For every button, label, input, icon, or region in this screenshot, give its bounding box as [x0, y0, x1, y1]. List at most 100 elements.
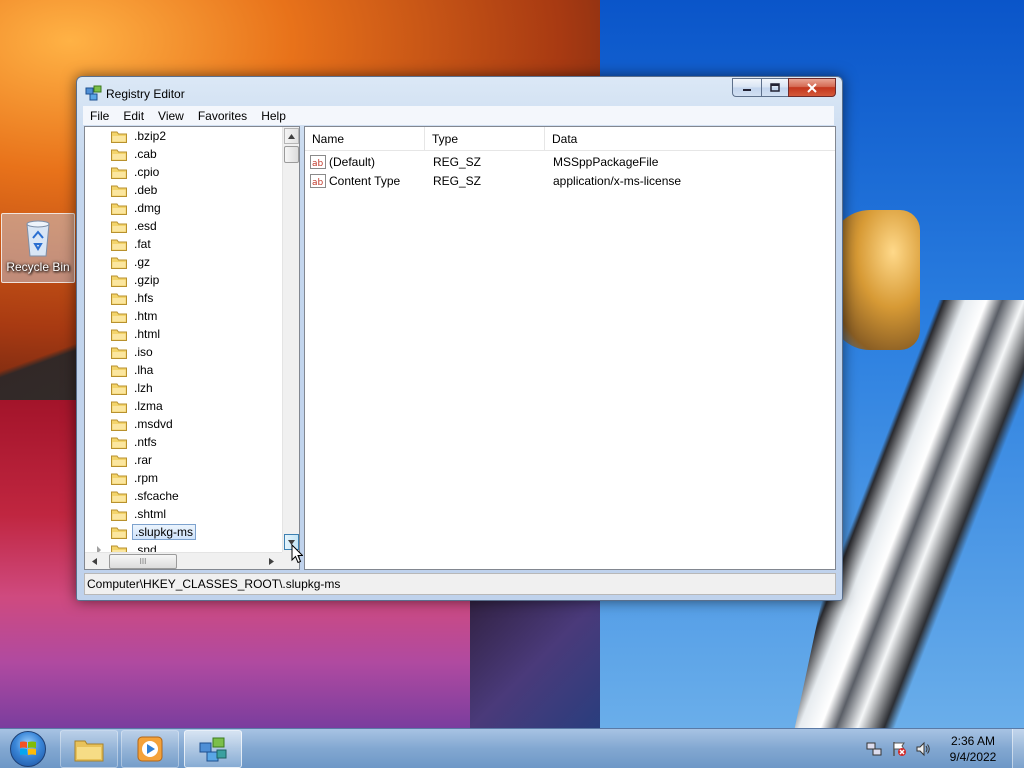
tree-item[interactable]: .bzip2: [111, 127, 168, 145]
tree-vertical-scrollbar[interactable]: [282, 127, 299, 552]
system-clock[interactable]: 2:36 AM 9/4/2022: [938, 733, 1008, 765]
taskbar: 2:36 AM 9/4/2022: [0, 728, 1024, 768]
folder-icon: [111, 221, 127, 233]
scroll-right-button[interactable]: [263, 554, 279, 569]
tree-item[interactable]: .msdvd: [111, 415, 175, 433]
tree-horizontal-scroll-thumb[interactable]: III: [109, 554, 177, 569]
close-icon: [807, 82, 817, 93]
menu-file[interactable]: File: [83, 109, 116, 123]
tree-item[interactable]: .cpio: [111, 163, 161, 181]
tree-item[interactable]: .deb: [111, 181, 159, 199]
tree-item-label: .ntfs: [134, 435, 157, 449]
taskbar-media-player-button[interactable]: [121, 730, 179, 768]
folder-icon: [111, 203, 127, 215]
chevron-up-icon: [288, 133, 295, 139]
menu-bar: File Edit View Favorites Help: [83, 106, 834, 125]
folder-icon: [111, 347, 127, 359]
folder-icon: [111, 257, 127, 269]
tree-item[interactable]: .cab: [111, 145, 159, 163]
menu-view[interactable]: View: [151, 109, 191, 123]
start-button[interactable]: [4, 729, 52, 768]
tree-item[interactable]: .html: [111, 325, 162, 343]
menu-edit[interactable]: Edit: [116, 109, 151, 123]
show-desktop-button[interactable]: [1012, 729, 1024, 768]
close-button[interactable]: [788, 78, 836, 97]
tree-item[interactable]: .gz: [111, 253, 152, 271]
tree-item[interactable]: .esd: [111, 217, 159, 235]
folder-icon: [111, 527, 127, 539]
tree-item[interactable]: .htm: [111, 307, 159, 325]
minimize-icon: [743, 88, 751, 91]
menu-help[interactable]: Help: [254, 109, 293, 123]
maximize-button[interactable]: [761, 78, 788, 97]
minimize-button[interactable]: [732, 78, 761, 97]
string-value-icon: ab: [310, 154, 326, 169]
tree-item[interactable]: .gzip: [111, 271, 161, 289]
volume-icon[interactable]: [915, 741, 931, 757]
recycle-bin-label: Recycle Bin: [6, 260, 70, 274]
folder-icon: [111, 473, 127, 485]
values-list-pane[interactable]: Name Type Data ab (Default) REG_SZ MSSpp…: [304, 126, 836, 570]
clock-time: 2:36 AM: [950, 734, 996, 748]
folder-icon: [111, 275, 127, 287]
tree-item[interactable]: .ntfs: [111, 433, 159, 451]
tree-item[interactable]: .lzma: [111, 397, 165, 415]
tree-horizontal-scrollbar[interactable]: III: [85, 552, 284, 569]
value-row-content-type[interactable]: ab Content Type REG_SZ application/x-ms-…: [305, 171, 835, 190]
network-icon[interactable]: [866, 741, 882, 757]
folder-icon: [111, 437, 127, 449]
folder-icon: [74, 740, 104, 762]
chevron-left-icon: [91, 558, 97, 565]
tree-item[interactable]: .fat: [111, 235, 153, 253]
tree-item[interactable]: .iso: [111, 343, 155, 361]
tree-item-label: .rar: [134, 453, 152, 467]
tree-item[interactable]: .sfcache: [111, 487, 181, 505]
tree-item[interactable]: .dmg: [111, 199, 163, 217]
action-center-icon[interactable]: [891, 741, 907, 757]
tree-vertical-scroll-thumb[interactable]: [284, 146, 299, 163]
maximize-icon: [770, 82, 780, 92]
clock-date: 9/4/2022: [949, 750, 997, 764]
svg-text:ab: ab: [312, 159, 324, 169]
svg-text:ab: ab: [312, 178, 324, 188]
tree-item-label: .esd: [134, 219, 157, 233]
column-header-name[interactable]: Name: [305, 127, 425, 151]
key-tree-pane[interactable]: .bzip2 .cab .cpio .deb .dmg .esd .fat .gz .gzip.…: [84, 126, 300, 570]
tree-item-label: .gzip: [134, 273, 160, 287]
folder-icon: [111, 311, 127, 323]
folder-icon: [111, 419, 127, 431]
values-list-header: Name Type Data: [305, 127, 835, 151]
registry-editor-icon: [199, 737, 227, 762]
menu-favorites[interactable]: Favorites: [191, 109, 254, 123]
scroll-up-button[interactable]: [284, 128, 299, 144]
value-data: application/x-ms-license: [553, 173, 682, 188]
status-bar: Computer\HKEY_CLASSES_ROOT\.slupkg-ms: [84, 573, 836, 595]
taskbar-registry-editor-button[interactable]: [184, 730, 242, 768]
scroll-left-button[interactable]: [86, 554, 102, 569]
taskbar-explorer-button[interactable]: [60, 730, 118, 768]
tree-item-label: .hfs: [134, 291, 154, 305]
folder-icon: [111, 167, 127, 179]
tree-item-label: .iso: [134, 345, 153, 359]
tree-item[interactable]: .slupkg-ms: [111, 523, 197, 541]
recycle-bin-icon: [26, 220, 50, 257]
tree-item[interactable]: .shtml: [111, 505, 168, 523]
value-data: MSSppPackageFile: [553, 154, 659, 169]
recycle-bin[interactable]: Recycle Bin: [1, 213, 75, 283]
tree-item[interactable]: .lha: [111, 361, 155, 379]
folder-icon: [111, 509, 127, 521]
tree-item-label: .dmg: [134, 201, 161, 215]
folder-icon: [111, 383, 127, 395]
tree-item[interactable]: .lzh: [111, 379, 155, 397]
tree-item[interactable]: .hfs: [111, 289, 155, 307]
folder-icon: [111, 293, 127, 305]
title-bar[interactable]: Registry Editor: [77, 77, 842, 107]
folder-icon: [111, 491, 127, 503]
tree-item[interactable]: .rar: [111, 451, 154, 469]
tree-item[interactable]: .rpm: [111, 469, 160, 487]
value-row-default[interactable]: ab (Default) REG_SZ MSSppPackageFile: [305, 152, 835, 171]
column-header-type[interactable]: Type: [425, 127, 545, 151]
tree-item-label: .htm: [134, 309, 158, 323]
column-header-data[interactable]: Data: [545, 127, 835, 151]
folder-icon: [111, 131, 127, 143]
